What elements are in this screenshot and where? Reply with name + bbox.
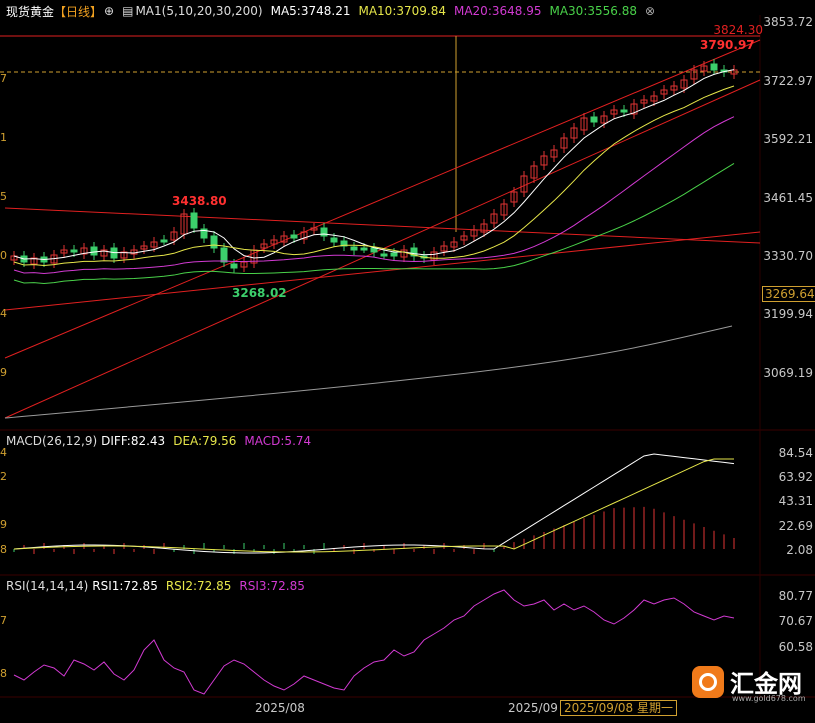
candle-body (710, 63, 718, 71)
ma30-line (13, 163, 735, 285)
macd-diff: DIFF:82.43 (101, 434, 166, 448)
candle-body (210, 235, 218, 249)
macd-value: MACD:5.74 (244, 434, 312, 448)
macd-tick: 84.54 (778, 446, 813, 460)
left-axis-fragment: 9 (0, 518, 7, 531)
upper-channel-line (4, 39, 761, 359)
price-tick: 3199.94 (763, 307, 813, 321)
price-tick: 3330.70 (763, 249, 813, 263)
rsi-title[interactable]: RSI(14,14,14) (6, 579, 88, 593)
ma10-value: MA10:3709.84 (358, 4, 446, 18)
candle-body (220, 247, 228, 263)
candle-body (320, 227, 328, 237)
price-tick: 3069.19 (763, 366, 813, 380)
logo-url: www.gold678.com (732, 694, 806, 703)
period-selector[interactable]: 【日线】 (54, 3, 102, 20)
left-axis-fragment: 5 (0, 190, 7, 203)
ma5-line (13, 69, 735, 261)
rsi2-value: RSI2:72.85 (165, 579, 232, 593)
candle-body (390, 252, 398, 257)
rsi3-value: RSI3:72.85 (239, 579, 305, 593)
macd-legend: MACD(26,12,9) DIFF:82.43 DEA:79.56 MACD:… (6, 431, 311, 451)
cursor-date-tag: 2025/09/08 星期一 (560, 700, 677, 716)
left-axis-fragment: 7 (0, 72, 7, 85)
local-low-annotation: 3268.02 (232, 286, 287, 300)
instrument-title[interactable]: 现货黄金 (6, 3, 54, 20)
date-tick-sep: 2025/09 (508, 701, 558, 715)
high-line-label: 3824.30 (713, 23, 763, 37)
left-axis-fragment: 4 (0, 446, 7, 459)
rsi-tick: 80.77 (778, 589, 813, 603)
macd-tick: 2.08 (786, 543, 813, 557)
candle-body (350, 246, 358, 251)
lower-channel-line (4, 79, 761, 419)
left-axis-fragment: 4 (0, 307, 7, 320)
macd-dea: DEA:79.56 (173, 434, 237, 448)
candle-body (590, 116, 598, 123)
left-axis-fragment: 7 (0, 614, 7, 627)
ma-indicator-label[interactable]: MA1(5,10,20,30,200) (135, 4, 262, 18)
left-axis-fragment: 0 (0, 249, 7, 262)
close-indicator-icon[interactable]: ⊗ (645, 4, 655, 18)
price-tick: 3592.21 (763, 132, 813, 146)
gold678-logo: 汇金网 www.gold678.com (692, 664, 810, 704)
main-legend: 现货黄金 【日线】 ⊕ ▤ MA1(5,10,20,30,200) MA5:37… (0, 1, 655, 21)
rsi-legend: RSI(14,14,14) RSI1:72.85 RSI2:72.85 RSI3… (6, 576, 305, 596)
left-axis-fragment: 1 (0, 131, 7, 144)
macd-tick: 43.31 (778, 494, 813, 508)
rsi-tick: 70.67 (778, 614, 813, 628)
candle-body (620, 109, 628, 113)
candle-body (190, 212, 198, 229)
price-tick: 3853.72 (763, 15, 813, 29)
rsi-tick: 60.58 (778, 640, 813, 654)
bottom-toolbar-strip (0, 717, 815, 723)
ma30-value: MA30:3556.88 (549, 4, 637, 18)
date-tick-aug: 2025/08 (255, 701, 305, 715)
macd-tick: 22.69 (778, 519, 813, 533)
candle-body (90, 246, 98, 256)
candle-body (160, 239, 168, 243)
ma200-line (4, 325, 733, 419)
candle-body (330, 237, 338, 243)
left-axis-fragment: 8 (0, 543, 7, 556)
local-high-annotation: 3438.80 (172, 194, 227, 208)
ma5-value: MA5:3748.21 (270, 4, 351, 18)
macd-dea-line (13, 458, 734, 553)
ma10-line (13, 85, 735, 267)
rsi1-value: RSI1:72.85 (92, 579, 158, 593)
candle-body (290, 234, 298, 239)
candle-body (70, 249, 78, 253)
descending-trend-line (4, 207, 761, 244)
indicator-settings-icon[interactable]: ▤ (122, 4, 133, 18)
left-axis-fragment: 9 (0, 366, 7, 379)
add-icon[interactable]: ⊕ (104, 4, 114, 18)
left-axis-fragment: 8 (0, 667, 7, 680)
left-axis-fragment: 2 (0, 470, 7, 483)
chart-canvas[interactable] (0, 0, 815, 723)
price-tick: 3722.97 (763, 74, 813, 88)
candle-body (360, 247, 368, 251)
ascending-trend-line (4, 231, 761, 311)
macd-tick: 63.92 (778, 470, 813, 484)
price-tick: 3461.45 (763, 191, 813, 205)
peak-annotation: 3790.97 (700, 38, 755, 52)
rsi-line (13, 589, 735, 695)
candle-body (230, 263, 238, 269)
logo-icon (692, 666, 724, 698)
current-price-tag: 3269.64 (762, 286, 815, 302)
macd-diff-line (13, 453, 735, 554)
ma20-value: MA20:3648.95 (453, 4, 542, 18)
macd-title[interactable]: MACD(26,12,9) (6, 434, 97, 448)
candle-body (380, 253, 388, 257)
